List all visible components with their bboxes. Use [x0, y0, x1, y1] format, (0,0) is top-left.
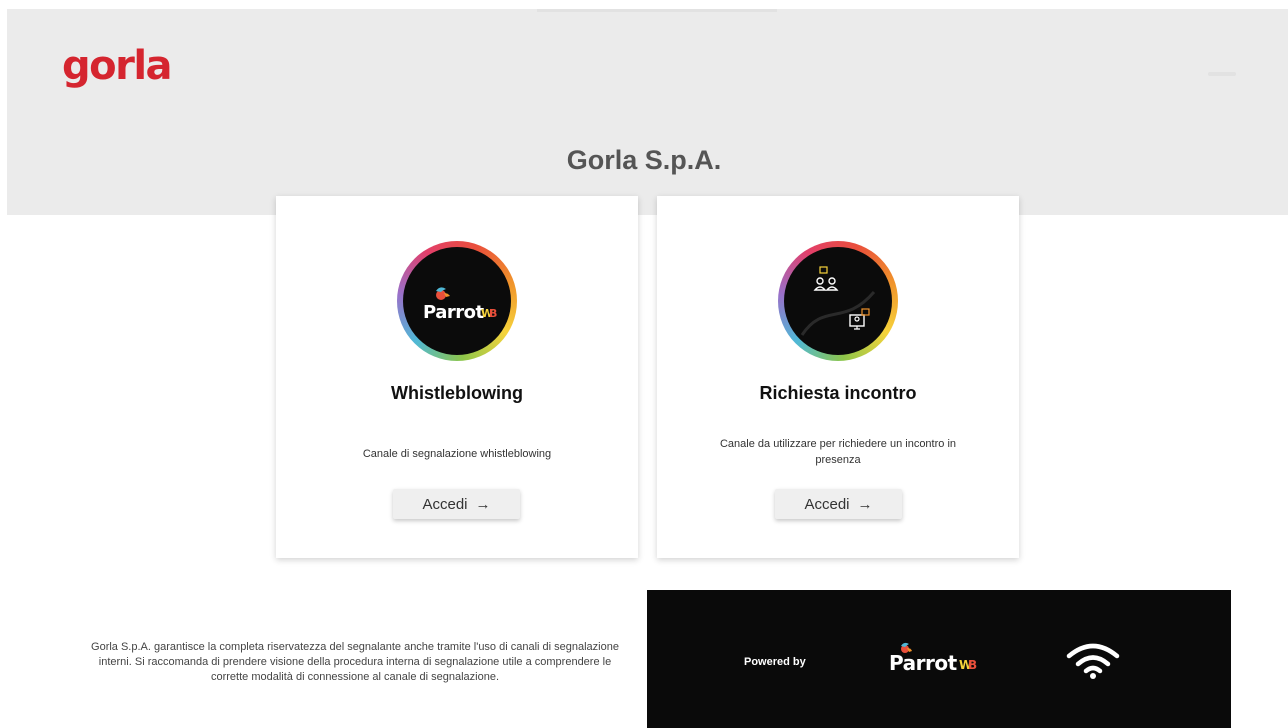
page: gorla Gorla S.p.A. Parrot W B Whistleblo… — [0, 0, 1288, 728]
button-label: Accedi — [422, 495, 468, 513]
top-strip — [0, 0, 1288, 9]
hero-header — [7, 9, 1288, 215]
svg-text:B: B — [489, 307, 497, 320]
arrow-right-icon: → — [475, 495, 491, 513]
footer-powered-panel: Powered by Parrot W B — [647, 590, 1231, 728]
card-description: Canale da utilizzare per richiedere un i… — [719, 438, 957, 466]
gorla-logo[interactable]: gorla — [62, 46, 173, 86]
svg-text:B: B — [968, 658, 977, 672]
footer-notice-panel: Gorla S.p.A. garantisce la completa rise… — [63, 590, 647, 728]
whistleblowing-access-button[interactable]: Accedi → — [393, 489, 520, 519]
menu-icon[interactable] — [1208, 72, 1236, 76]
hero-notch — [537, 9, 777, 12]
card-title: Richiesta incontro — [759, 383, 917, 403]
footer-notice-text: Gorla S.p.A. garantisce la completa rise… — [91, 641, 619, 683]
svg-text:Parrot: Parrot — [889, 651, 958, 675]
meeting-access-button[interactable]: Accedi → — [775, 489, 902, 519]
card-title: Whistleblowing — [391, 383, 523, 403]
parrot-wb-logo[interactable]: Parrot W B — [887, 642, 987, 678]
page-title: Gorla S.p.A. — [566, 145, 722, 175]
powered-by-label: Powered by — [744, 656, 806, 668]
button-label: Accedi — [804, 495, 850, 513]
card-description: Canale di segnalazione whistleblowing — [362, 448, 552, 460]
whistleblowing-card: Parrot W B Whistleblowing Canale di segn… — [276, 196, 638, 558]
wifi-icon — [1065, 640, 1121, 682]
meeting-request-card: Richiesta incontro Canale da utilizzare … — [657, 196, 1019, 558]
parrot-wb-logo: Parrot W B — [403, 247, 511, 355]
svg-text:Parrot: Parrot — [423, 302, 484, 323]
meeting-illustration — [784, 247, 892, 355]
parrot-wb-logo-ring: Parrot W B — [397, 241, 517, 361]
arrow-right-icon: → — [857, 495, 873, 513]
meeting-illustration-ring — [778, 241, 898, 361]
